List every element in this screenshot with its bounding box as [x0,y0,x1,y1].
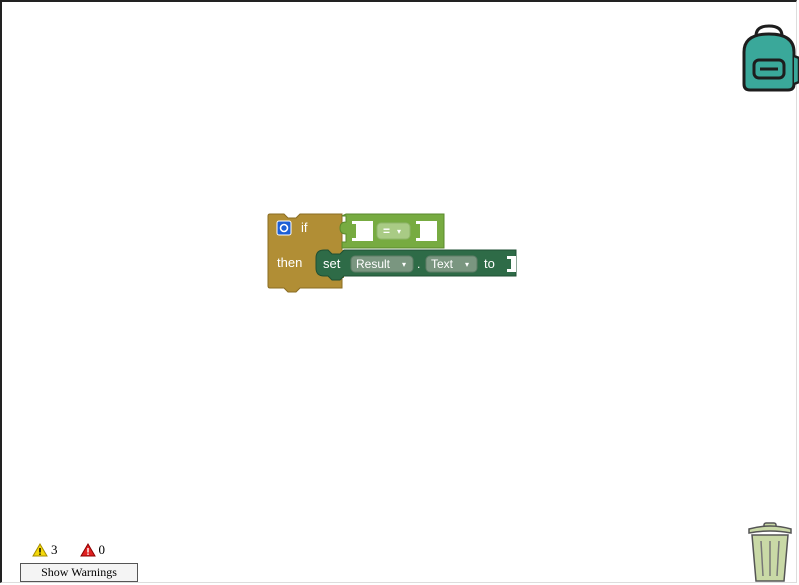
warnings-panel: 3 0 Show Warnings [20,540,140,584]
warning-counts: 3 0 [32,542,123,558]
value-socket[interactable] [507,256,516,272]
to-label: to [484,256,495,271]
chevron-down-icon: ▾ [465,260,469,269]
empty-socket-left[interactable] [352,221,373,241]
operator-dropdown[interactable]: = ▾ [376,222,411,240]
property-label: Text [431,257,454,271]
error-count-item: 0 [79,542,106,558]
component-dropdown[interactable]: Result ▾ [350,255,414,273]
warning-triangle-icon [32,543,48,557]
warning-count-item: 3 [32,542,58,558]
chevron-down-icon: ▾ [402,260,406,269]
set-block[interactable]: set Result ▾ . Text ▾ to [315,249,517,281]
block-group[interactable]: if then = ▾ set Result ▾ . Text ▾ to [266,210,526,300]
then-label: then [277,255,302,270]
gear-icon[interactable] [276,220,292,236]
show-warnings-button[interactable]: Show Warnings [20,563,138,582]
chevron-down-icon: ▾ [397,227,401,236]
component-label: Result [356,257,391,271]
trash-can-icon[interactable] [746,521,794,583]
property-dropdown[interactable]: Text ▾ [425,255,478,273]
if-label: if [301,220,308,235]
error-triangle-icon [79,543,96,557]
set-label: set [323,256,341,271]
warning-count: 3 [51,542,58,557]
error-count: 0 [98,542,106,557]
operator-label: = [383,224,390,238]
dot-separator: . [417,257,420,271]
compare-block[interactable]: = ▾ [339,213,445,249]
backpack-icon[interactable] [738,22,799,94]
empty-socket-right[interactable] [416,221,437,241]
